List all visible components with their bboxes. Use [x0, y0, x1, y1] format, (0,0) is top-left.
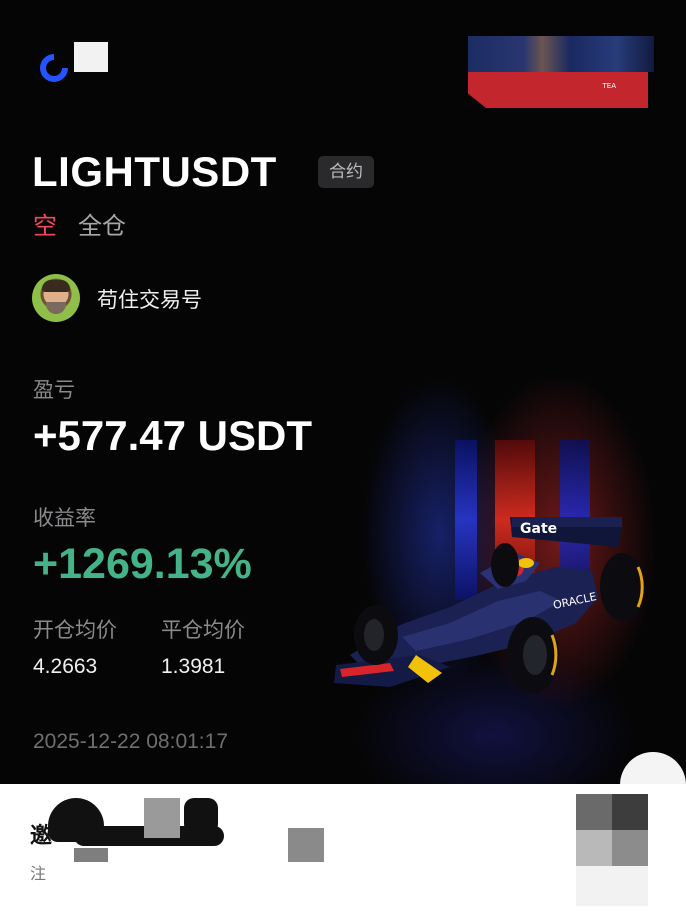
redaction-mark — [288, 828, 324, 862]
roi-value: +1269.13% — [33, 540, 252, 588]
redaction-mark — [184, 798, 218, 834]
qr-code — [576, 794, 648, 866]
margin-mode: 全仓 — [78, 212, 126, 240]
open-price-label: 开仓均价 — [33, 618, 117, 642]
avatar — [32, 274, 80, 322]
pnl-value: +577.47 USDT — [33, 412, 312, 459]
car-sponsor-gate: Gate — [520, 521, 557, 537]
invite-subtitle: 注 — [30, 864, 47, 883]
gate-logo-icon — [40, 54, 68, 82]
contract-type-badge: 合约 — [318, 156, 374, 188]
close-price-label: 平仓均价 — [161, 618, 245, 642]
race-car-illustration: Gate ORACLE — [334, 517, 644, 693]
timestamp: 2025-12-22 08:01:17 — [33, 730, 228, 753]
position-side: 空 — [33, 212, 57, 240]
qr-code-lower — [576, 866, 648, 906]
trader-name: 苟住交易号 — [97, 288, 202, 312]
roi-label: 收益率 — [33, 506, 96, 530]
logo-wordmark-redacted — [74, 42, 108, 72]
promo-banner: TEA — [468, 36, 654, 108]
pnl-label: 盈亏 — [33, 378, 75, 402]
share-card: TEA LIGHTUSDT 合约 空 全仓 苟住交易号 盈亏 +577.47 U… — [0, 0, 686, 784]
banner-tag: TEA — [602, 82, 617, 90]
redaction-mark — [74, 848, 108, 862]
close-price-value: 1.3981 — [161, 655, 226, 678]
open-price-value: 4.2663 — [33, 655, 98, 678]
contract-symbol: LIGHTUSDT — [32, 148, 277, 195]
redaction-mark — [144, 798, 180, 838]
